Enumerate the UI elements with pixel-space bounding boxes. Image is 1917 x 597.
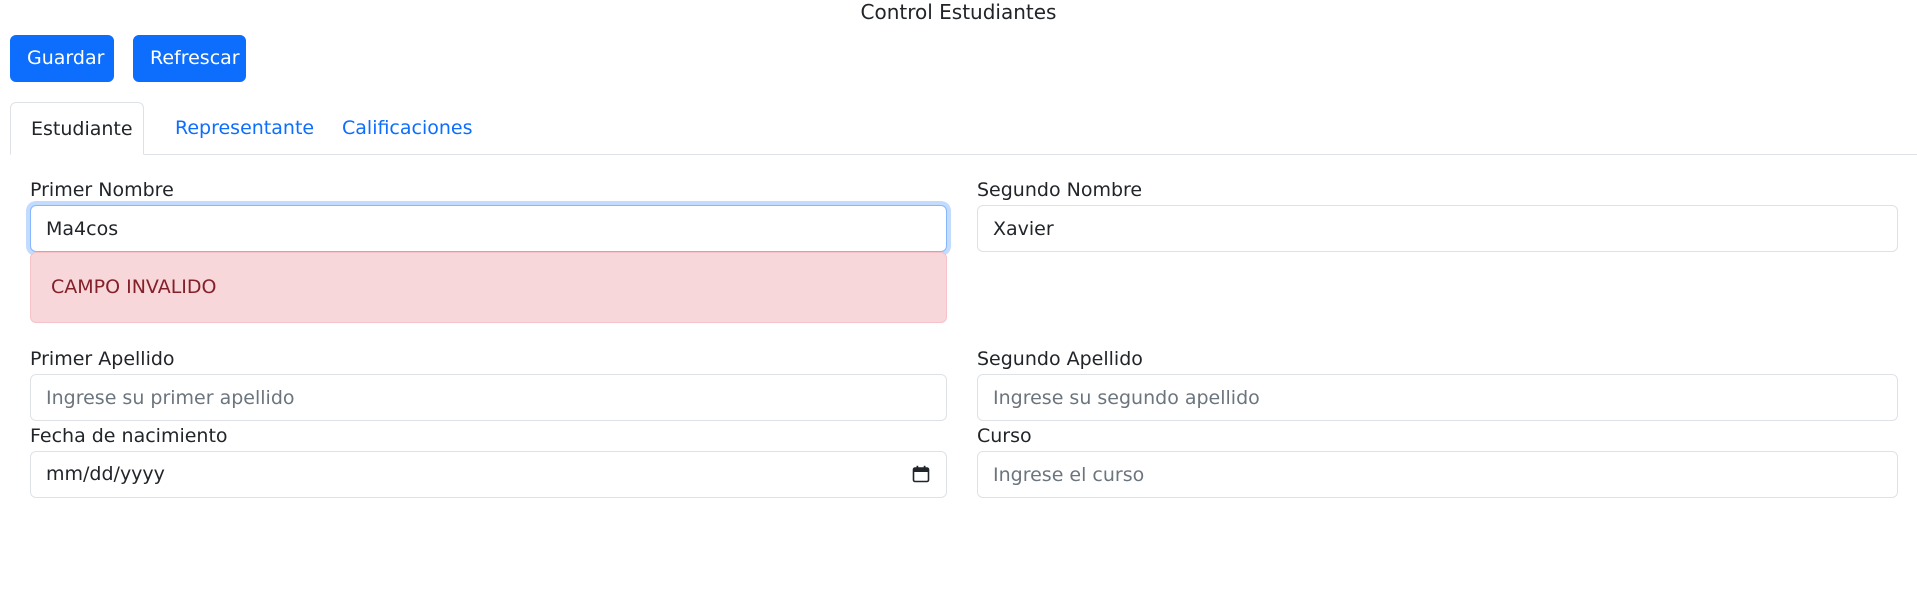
curso-input[interactable] bbox=[977, 451, 1898, 498]
primer-nombre-input[interactable] bbox=[30, 205, 947, 252]
calendar-icon[interactable] bbox=[912, 465, 930, 483]
fecha-nacimiento-label: Fecha de nacimiento bbox=[30, 425, 228, 447]
page-title: Control Estudiantes bbox=[860, 0, 1057, 24]
tab-representante[interactable]: Representante bbox=[155, 102, 334, 154]
primer-nombre-label: Primer Nombre bbox=[30, 179, 174, 201]
primer-apellido-input[interactable] bbox=[30, 374, 947, 421]
refresh-button[interactable]: Refrescar bbox=[133, 35, 246, 82]
fecha-nacimiento-placeholder: mm/dd/yyyy bbox=[46, 463, 165, 485]
tab-estudiante[interactable]: Estudiante bbox=[10, 102, 144, 155]
fecha-nacimiento-input[interactable]: mm/dd/yyyy bbox=[30, 451, 947, 498]
save-button[interactable]: Guardar bbox=[10, 35, 114, 82]
segundo-apellido-input[interactable] bbox=[977, 374, 1898, 421]
primer-apellido-label: Primer Apellido bbox=[30, 348, 175, 370]
segundo-nombre-label: Segundo Nombre bbox=[977, 179, 1143, 201]
segundo-nombre-input[interactable] bbox=[977, 205, 1898, 252]
curso-label: Curso bbox=[977, 425, 1032, 447]
tab-calificaciones[interactable]: Calificaciones bbox=[322, 102, 493, 154]
primer-nombre-error-alert: CAMPO INVALIDO bbox=[30, 252, 947, 323]
segundo-apellido-label: Segundo Apellido bbox=[977, 348, 1143, 370]
tab-bar: Estudiante Representante Calificaciones bbox=[10, 102, 1917, 155]
